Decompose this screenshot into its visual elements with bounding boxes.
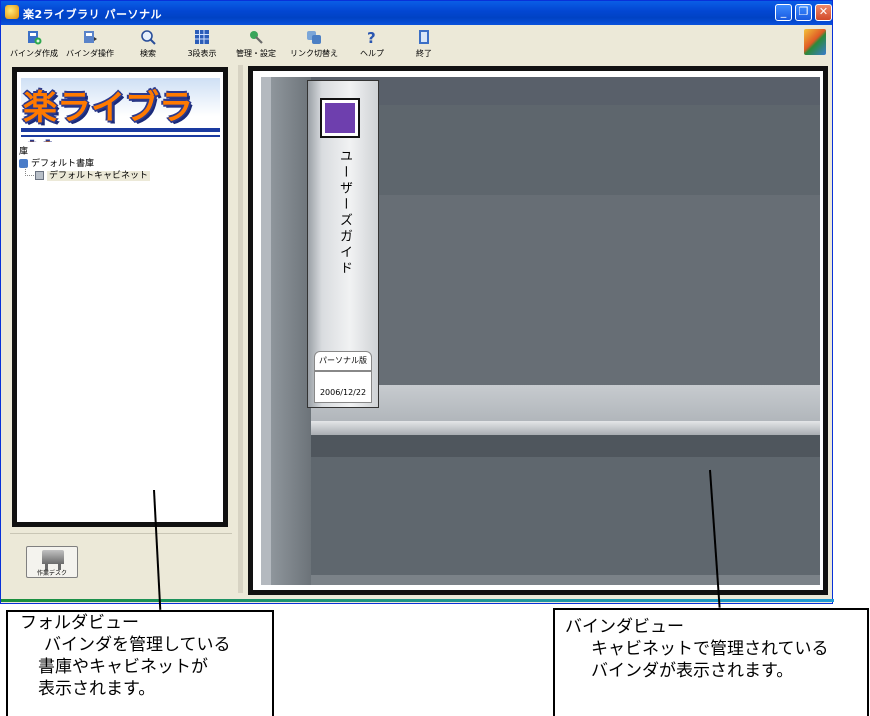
help-button[interactable]: ? ヘルプ xyxy=(343,27,401,63)
three-tier-view-button[interactable]: 3段表示 xyxy=(173,27,231,63)
folder-callout-line1: バインダを管理している xyxy=(44,635,231,655)
shelf-side-panel xyxy=(271,77,311,585)
title-bar[interactable]: 楽2ライブラリ パーソナル _ ❐ ✕ xyxy=(1,1,832,25)
search-button[interactable]: 検索 xyxy=(119,27,177,63)
restore-button[interactable]: ❐ xyxy=(795,4,812,21)
help-icon: ? xyxy=(367,29,376,45)
settings-icon xyxy=(250,31,263,44)
search-label: 検索 xyxy=(140,49,156,58)
binder-date-box: 2006/12/22 xyxy=(314,371,372,403)
link-switch-label: リンク切替え xyxy=(290,49,338,58)
desk-icon xyxy=(42,550,64,570)
three-tier-view-icon xyxy=(195,30,209,44)
binder-edition: パーソナル版 xyxy=(314,351,372,371)
binder-color-label xyxy=(320,98,360,138)
settings-button[interactable]: 管理・設定 xyxy=(227,27,285,63)
shelf-frame xyxy=(261,77,271,585)
shelf-back-upper xyxy=(311,105,820,195)
shelf-floor xyxy=(271,575,820,585)
app-icon xyxy=(5,5,19,19)
folder-callout-title: フォルダビュー xyxy=(20,613,139,633)
folder-view[interactable]: 楽ライブラリ 庫 デフォルト書庫 デフォルトキャビネット xyxy=(12,67,228,527)
banner-divider xyxy=(21,128,220,132)
settings-label: 管理・設定 xyxy=(236,49,276,58)
binder-operation-button[interactable]: バインダ操作 xyxy=(61,27,119,63)
folder-view-callout: フォルダビュー バインダを管理している 書庫やキャビネットが 表示されます。 xyxy=(6,610,274,716)
exit-label: 終了 xyxy=(416,49,432,58)
shelf-back-lower xyxy=(311,457,820,585)
binder-color-swatch xyxy=(325,103,355,133)
banner-divider-thin xyxy=(21,135,220,137)
shelf-back-middle xyxy=(311,195,820,385)
app-logo-icon xyxy=(804,29,826,55)
library-banner: 楽ライブラリ xyxy=(21,78,220,142)
close-button[interactable]: ✕ xyxy=(815,4,832,21)
binder-view-callout: バインダビュー キャビネットで管理されている バインダが表示されます。 xyxy=(553,608,869,716)
exit-button[interactable]: 終了 xyxy=(395,27,453,63)
status-strip xyxy=(1,599,834,602)
link-switch-icon xyxy=(307,31,321,44)
work-desk-label: 作業デスク xyxy=(36,570,67,577)
folder-callout-line3: 表示されます。 xyxy=(38,679,156,699)
tree-item-cabinet[interactable]: デフォルトキャビネット xyxy=(35,168,151,181)
binder-date: 2006/12/22 xyxy=(319,388,367,397)
binder-callout-title: バインダビュー xyxy=(565,617,684,637)
window-title: 楽2ライブラリ パーソナル xyxy=(23,8,162,21)
binder-callout-line2: バインダが表示されます。 xyxy=(591,661,794,681)
shelf-plank-edge xyxy=(271,421,820,435)
binder-create-button[interactable]: バインダ作成 xyxy=(5,27,63,63)
work-desk-button[interactable]: 作業デスク xyxy=(26,546,78,578)
binder-user-guide[interactable]: ユーザーズガイド パーソナル版 2006/12/22 xyxy=(307,80,379,408)
cabinet-icon xyxy=(35,171,44,180)
binder-operation-icon xyxy=(84,31,97,43)
three-tier-view-label: 3段表示 xyxy=(187,49,217,58)
banner-title: 楽ライブラリ xyxy=(23,88,193,142)
shelf-plank-shadow xyxy=(271,435,820,457)
tree-item-cabinet-label: デフォルトキャビネット xyxy=(47,171,151,181)
tree-connector xyxy=(25,167,34,176)
binder-create-label: バインダ作成 xyxy=(10,49,58,58)
svg-text:?: ? xyxy=(367,29,376,45)
search-icon xyxy=(141,30,156,45)
link-switch-button[interactable]: リンク切替え xyxy=(285,27,343,63)
pane-splitter[interactable] xyxy=(238,65,243,593)
help-label: ヘルプ xyxy=(360,49,384,58)
toolbar: バインダ作成 バインダ操作 検索 3段表示 管理・設定 リンク切替え ? ヘルプ… xyxy=(1,25,832,65)
binder-callout-line1: キャビネットで管理されている xyxy=(591,639,829,659)
exit-icon xyxy=(419,30,429,44)
binder-title: ユーザーズガイド xyxy=(337,149,352,277)
binder-create-icon xyxy=(28,31,42,45)
binder-operation-label: バインダ操作 xyxy=(66,49,114,58)
minimize-button[interactable]: _ xyxy=(775,4,792,21)
folder-callout-line2: 書庫やキャビネットが xyxy=(38,657,208,677)
